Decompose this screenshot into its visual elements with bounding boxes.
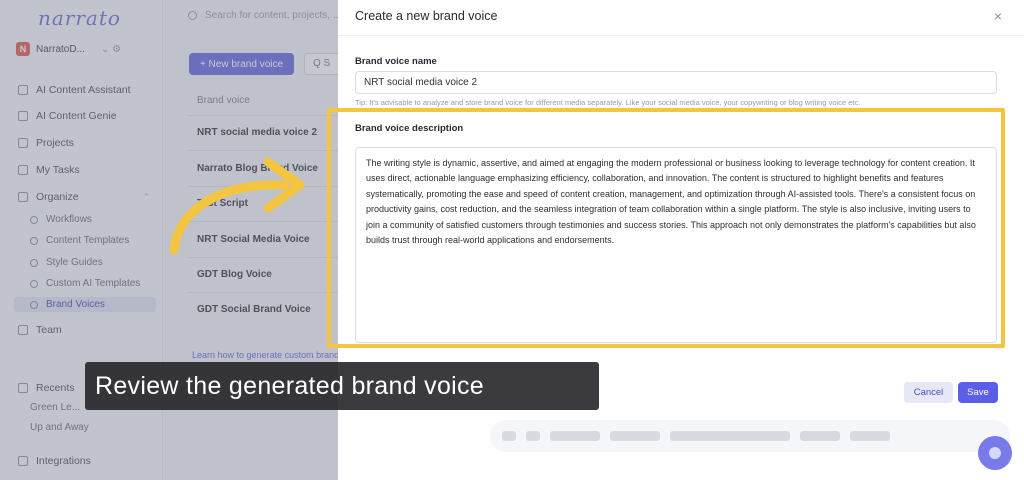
brand-voice-name-input[interactable]: NRT social media voice 2 [355, 71, 997, 94]
toolbar-icon[interactable] [850, 431, 890, 441]
cancel-button[interactable]: Cancel [904, 382, 953, 403]
toolbar-icon[interactable] [502, 431, 516, 441]
divider [338, 35, 1024, 36]
toolbar-icon[interactable] [670, 431, 790, 441]
tutorial-caption: Review the generated brand voice [85, 362, 599, 410]
brand-voice-name-label: Brand voice name [355, 56, 437, 67]
toolbar-icon[interactable] [550, 431, 600, 441]
toolbar-icon[interactable] [800, 431, 840, 441]
chat-icon [989, 447, 1001, 459]
tip-text: Tip: It's advisable to analyze and store… [355, 98, 861, 107]
toolbar-icon[interactable] [610, 431, 660, 441]
editor-toolbar[interactable] [490, 420, 1010, 452]
toolbar-icon[interactable] [526, 431, 540, 441]
pointer-arrow-icon [169, 157, 305, 255]
modal-title: Create a new brand voice [355, 9, 498, 23]
highlight-frame [327, 108, 1005, 348]
save-button[interactable]: Save [958, 382, 998, 403]
close-icon[interactable]: × [994, 8, 1002, 24]
